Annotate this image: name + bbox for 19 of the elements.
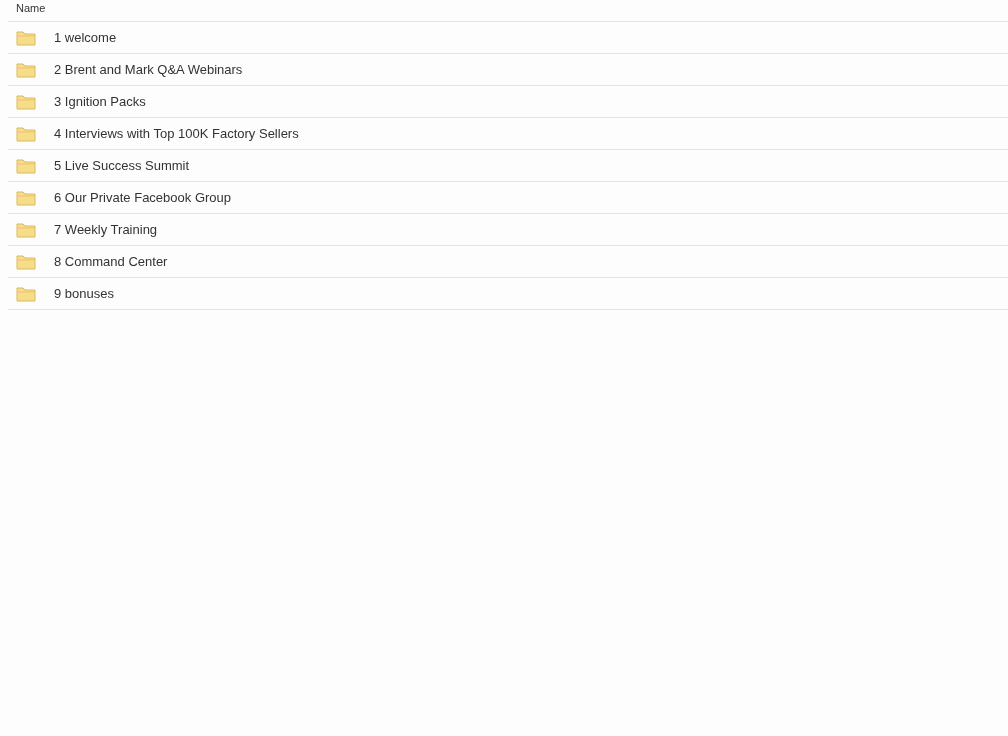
folder-name[interactable]: 3 Ignition Packs xyxy=(54,91,146,112)
folder-name[interactable]: 9 bonuses xyxy=(54,283,114,304)
folder-name[interactable]: 4 Interviews with Top 100K Factory Sellers xyxy=(54,123,299,144)
folder-icon xyxy=(16,253,36,270)
folder-name[interactable]: 6 Our Private Facebook Group xyxy=(54,187,232,208)
folder-icon xyxy=(16,29,36,46)
folder-icon xyxy=(16,221,36,238)
folder-icon xyxy=(16,189,36,206)
folder-name[interactable]: 5 Live Success Summit xyxy=(54,155,190,176)
folder-name[interactable]: 1 welcome xyxy=(54,27,117,48)
folder-icon xyxy=(16,61,36,78)
folder-name[interactable]: 8 Command Center xyxy=(54,251,168,272)
folder-icon xyxy=(16,93,36,110)
folder-icon xyxy=(16,157,36,174)
folder-icon xyxy=(16,285,36,302)
column-header[interactable]: Name xyxy=(8,0,46,17)
folder-name[interactable]: 7 Weekly Training xyxy=(54,219,158,240)
folder-name[interactable]: 2 Brent and Mark Q&A Webinars xyxy=(54,59,243,80)
folder-icon xyxy=(16,125,36,142)
